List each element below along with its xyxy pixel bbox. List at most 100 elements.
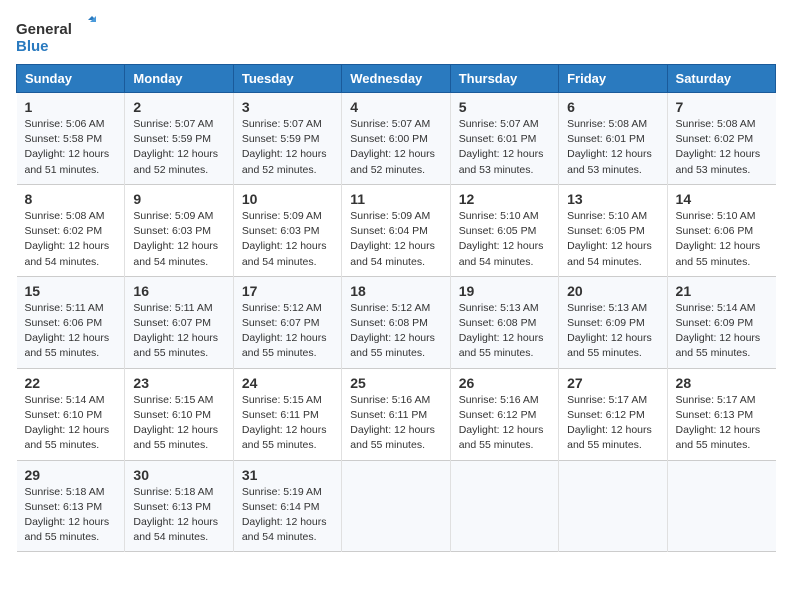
day-number: 25	[350, 375, 441, 391]
day-number: 22	[25, 375, 117, 391]
day-number: 23	[133, 375, 224, 391]
cell-text: Sunrise: 5:09 AMSunset: 6:03 PMDaylight:…	[133, 210, 218, 268]
cell-text: Sunrise: 5:12 AMSunset: 6:07 PMDaylight:…	[242, 302, 327, 360]
col-sunday: Sunday	[17, 65, 125, 93]
cell-text: Sunrise: 5:10 AMSunset: 6:06 PMDaylight:…	[676, 210, 761, 268]
day-number: 28	[676, 375, 768, 391]
day-number: 10	[242, 191, 333, 207]
cell-day-21: 21 Sunrise: 5:14 AMSunset: 6:09 PMDaylig…	[667, 276, 775, 368]
cell-day-3: 3 Sunrise: 5:07 AMSunset: 5:59 PMDayligh…	[233, 93, 341, 185]
day-number: 5	[459, 99, 550, 115]
calendar-row-2: 8 Sunrise: 5:08 AMSunset: 6:02 PMDayligh…	[17, 184, 776, 276]
cell-text: Sunrise: 5:07 AMSunset: 6:00 PMDaylight:…	[350, 118, 435, 176]
calendar-row-4: 22 Sunrise: 5:14 AMSunset: 6:10 PMDaylig…	[17, 368, 776, 460]
cell-day-12: 12 Sunrise: 5:10 AMSunset: 6:05 PMDaylig…	[450, 184, 558, 276]
cell-day-28: 28 Sunrise: 5:17 AMSunset: 6:13 PMDaylig…	[667, 368, 775, 460]
day-number: 27	[567, 375, 658, 391]
cell-text: Sunrise: 5:07 AMSunset: 6:01 PMDaylight:…	[459, 118, 544, 176]
cell-text: Sunrise: 5:16 AMSunset: 6:12 PMDaylight:…	[459, 394, 544, 452]
col-friday: Friday	[559, 65, 667, 93]
cell-day-1: 1 Sunrise: 5:06 AMSunset: 5:58 PMDayligh…	[17, 93, 125, 185]
cell-day-17: 17 Sunrise: 5:12 AMSunset: 6:07 PMDaylig…	[233, 276, 341, 368]
cell-text: Sunrise: 5:08 AMSunset: 6:02 PMDaylight:…	[25, 210, 110, 268]
cell-text: Sunrise: 5:07 AMSunset: 5:59 PMDaylight:…	[242, 118, 327, 176]
cell-text: Sunrise: 5:18 AMSunset: 6:13 PMDaylight:…	[133, 486, 218, 544]
day-number: 31	[242, 467, 333, 483]
col-monday: Monday	[125, 65, 233, 93]
cell-text: Sunrise: 5:18 AMSunset: 6:13 PMDaylight:…	[25, 486, 110, 544]
cell-day-11: 11 Sunrise: 5:09 AMSunset: 6:04 PMDaylig…	[342, 184, 450, 276]
cell-empty	[559, 460, 667, 552]
day-number: 30	[133, 467, 224, 483]
cell-day-2: 2 Sunrise: 5:07 AMSunset: 5:59 PMDayligh…	[125, 93, 233, 185]
cell-day-5: 5 Sunrise: 5:07 AMSunset: 6:01 PMDayligh…	[450, 93, 558, 185]
cell-day-24: 24 Sunrise: 5:15 AMSunset: 6:11 PMDaylig…	[233, 368, 341, 460]
day-number: 17	[242, 283, 333, 299]
logo-svg: General Blue	[16, 16, 96, 56]
cell-text: Sunrise: 5:09 AMSunset: 6:04 PMDaylight:…	[350, 210, 435, 268]
col-saturday: Saturday	[667, 65, 775, 93]
calendar-table: Sunday Monday Tuesday Wednesday Thursday…	[16, 64, 776, 552]
cell-day-13: 13 Sunrise: 5:10 AMSunset: 6:05 PMDaylig…	[559, 184, 667, 276]
cell-day-25: 25 Sunrise: 5:16 AMSunset: 6:11 PMDaylig…	[342, 368, 450, 460]
cell-day-30: 30 Sunrise: 5:18 AMSunset: 6:13 PMDaylig…	[125, 460, 233, 552]
day-number: 9	[133, 191, 224, 207]
col-tuesday: Tuesday	[233, 65, 341, 93]
cell-day-18: 18 Sunrise: 5:12 AMSunset: 6:08 PMDaylig…	[342, 276, 450, 368]
day-number: 19	[459, 283, 550, 299]
day-number: 2	[133, 99, 224, 115]
day-number: 4	[350, 99, 441, 115]
cell-text: Sunrise: 5:14 AMSunset: 6:10 PMDaylight:…	[25, 394, 110, 452]
cell-day-9: 9 Sunrise: 5:09 AMSunset: 6:03 PMDayligh…	[125, 184, 233, 276]
day-number: 21	[676, 283, 768, 299]
header: General Blue	[16, 16, 776, 56]
cell-day-7: 7 Sunrise: 5:08 AMSunset: 6:02 PMDayligh…	[667, 93, 775, 185]
day-number: 29	[25, 467, 117, 483]
cell-text: Sunrise: 5:08 AMSunset: 6:01 PMDaylight:…	[567, 118, 652, 176]
cell-day-16: 16 Sunrise: 5:11 AMSunset: 6:07 PMDaylig…	[125, 276, 233, 368]
cell-day-29: 29 Sunrise: 5:18 AMSunset: 6:13 PMDaylig…	[17, 460, 125, 552]
svg-text:Blue: Blue	[16, 38, 49, 55]
cell-text: Sunrise: 5:15 AMSunset: 6:10 PMDaylight:…	[133, 394, 218, 452]
cell-text: Sunrise: 5:06 AMSunset: 5:58 PMDaylight:…	[25, 118, 110, 176]
cell-empty	[667, 460, 775, 552]
svg-text:General: General	[16, 21, 72, 38]
cell-text: Sunrise: 5:15 AMSunset: 6:11 PMDaylight:…	[242, 394, 327, 452]
calendar-row-5: 29 Sunrise: 5:18 AMSunset: 6:13 PMDaylig…	[17, 460, 776, 552]
header-row: Sunday Monday Tuesday Wednesday Thursday…	[17, 65, 776, 93]
cell-day-26: 26 Sunrise: 5:16 AMSunset: 6:12 PMDaylig…	[450, 368, 558, 460]
day-number: 6	[567, 99, 658, 115]
day-number: 1	[25, 99, 117, 115]
col-thursday: Thursday	[450, 65, 558, 93]
cell-day-10: 10 Sunrise: 5:09 AMSunset: 6:03 PMDaylig…	[233, 184, 341, 276]
day-number: 12	[459, 191, 550, 207]
cell-day-20: 20 Sunrise: 5:13 AMSunset: 6:09 PMDaylig…	[559, 276, 667, 368]
cell-text: Sunrise: 5:08 AMSunset: 6:02 PMDaylight:…	[676, 118, 761, 176]
cell-text: Sunrise: 5:09 AMSunset: 6:03 PMDaylight:…	[242, 210, 327, 268]
cell-day-19: 19 Sunrise: 5:13 AMSunset: 6:08 PMDaylig…	[450, 276, 558, 368]
cell-text: Sunrise: 5:10 AMSunset: 6:05 PMDaylight:…	[567, 210, 652, 268]
logo: General Blue	[16, 16, 96, 56]
day-number: 20	[567, 283, 658, 299]
cell-text: Sunrise: 5:14 AMSunset: 6:09 PMDaylight:…	[676, 302, 761, 360]
cell-day-31: 31 Sunrise: 5:19 AMSunset: 6:14 PMDaylig…	[233, 460, 341, 552]
day-number: 8	[25, 191, 117, 207]
cell-text: Sunrise: 5:17 AMSunset: 6:12 PMDaylight:…	[567, 394, 652, 452]
cell-day-22: 22 Sunrise: 5:14 AMSunset: 6:10 PMDaylig…	[17, 368, 125, 460]
cell-text: Sunrise: 5:19 AMSunset: 6:14 PMDaylight:…	[242, 486, 327, 544]
day-number: 26	[459, 375, 550, 391]
col-wednesday: Wednesday	[342, 65, 450, 93]
cell-day-15: 15 Sunrise: 5:11 AMSunset: 6:06 PMDaylig…	[17, 276, 125, 368]
day-number: 13	[567, 191, 658, 207]
day-number: 16	[133, 283, 224, 299]
day-number: 3	[242, 99, 333, 115]
cell-text: Sunrise: 5:07 AMSunset: 5:59 PMDaylight:…	[133, 118, 218, 176]
cell-day-6: 6 Sunrise: 5:08 AMSunset: 6:01 PMDayligh…	[559, 93, 667, 185]
day-number: 15	[25, 283, 117, 299]
day-number: 11	[350, 191, 441, 207]
cell-day-8: 8 Sunrise: 5:08 AMSunset: 6:02 PMDayligh…	[17, 184, 125, 276]
cell-text: Sunrise: 5:11 AMSunset: 6:06 PMDaylight:…	[25, 302, 110, 360]
cell-day-27: 27 Sunrise: 5:17 AMSunset: 6:12 PMDaylig…	[559, 368, 667, 460]
cell-empty	[450, 460, 558, 552]
cell-empty	[342, 460, 450, 552]
